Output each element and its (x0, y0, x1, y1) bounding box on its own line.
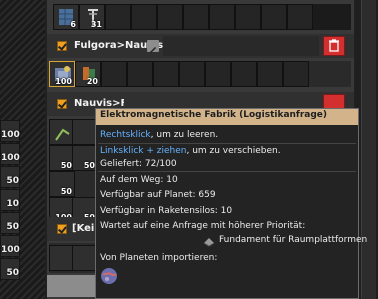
empty-slot[interactable] (257, 61, 283, 87)
tooltip-waiting-item: Fundament für Raumplattformen (219, 235, 368, 245)
empty-slot[interactable] (105, 4, 131, 30)
request-slot-selected[interactable]: 100 (49, 61, 75, 87)
request-slot[interactable]: 20 (75, 61, 101, 87)
tooltip-leftclick-hint: Linksklick + ziehen, um zu verschieben. (100, 146, 281, 156)
left-slot[interactable]: 50 (0, 212, 20, 234)
section-title: [Kein... (72, 223, 96, 234)
left-slot[interactable]: 100 (0, 143, 20, 165)
tooltip-waiting-label: Wartet auf eine Anfrage mit höherer Prio… (100, 221, 306, 231)
empty-slot[interactable] (283, 61, 309, 87)
enable-checkbox[interactable] (57, 99, 67, 109)
tooltip-divider (98, 143, 356, 144)
empty-slot[interactable] (153, 61, 179, 87)
empty-slot[interactable] (235, 4, 261, 30)
request-slot[interactable]: 50 (49, 171, 75, 197)
section1-slots-row: 100 20 (49, 61, 351, 87)
empty-slot[interactable] (261, 4, 287, 30)
request-slots-row: 6 31 (53, 4, 351, 30)
left-slot[interactable]: 50 (0, 258, 20, 280)
tooltip-delivered: Geliefert: 72/100 (100, 159, 177, 169)
left-slot[interactable]: 50 (0, 166, 20, 188)
edit-icon[interactable] (147, 40, 159, 53)
enable-checkbox[interactable] (57, 224, 67, 234)
section2-slots: 50 50 50 (49, 119, 98, 199)
solar-panel-icon (59, 9, 73, 25)
delete-section-button[interactable] (323, 36, 345, 56)
section-header-bar (163, 36, 319, 56)
empty-slot[interactable] (183, 4, 209, 30)
empty-slot[interactable] (127, 61, 153, 87)
tooltip-available-planet: Verfügbar auf Planet: 659 (100, 190, 216, 200)
scrollbar-thumb[interactable] (361, 0, 376, 299)
empty-slot[interactable] (131, 4, 157, 30)
empty-slot[interactable] (179, 61, 205, 87)
tooltip-title: Elektromagnetische Fabrik (Logistikanfra… (100, 110, 328, 120)
empty-slot[interactable] (101, 61, 127, 87)
empty-slot[interactable] (231, 61, 257, 87)
planet-nauvis-icon (101, 268, 117, 284)
tooltip-rightclick-hint: Rechtsklick, um zu leeren. (100, 130, 219, 140)
tooltip-on-the-way: Auf dem Weg: 10 (100, 175, 178, 185)
trash-icon (329, 39, 339, 52)
empty-slot[interactable] (157, 4, 183, 30)
request-slot[interactable]: 6 (53, 4, 79, 30)
enable-checkbox[interactable] (57, 41, 67, 51)
empty-slot[interactable] (287, 4, 313, 30)
left-slot[interactable]: 100 (0, 235, 20, 257)
tooltip-available-silos: Verfügbar in Raketensilos: 10 (100, 206, 233, 216)
left-slot[interactable]: 10 (0, 189, 20, 211)
request-slot[interactable]: 31 (79, 4, 105, 30)
left-slot[interactable]: 100 (0, 120, 20, 142)
empty-slot[interactable] (205, 61, 231, 87)
add-section-button[interactable] (47, 275, 97, 297)
tooltip-import-label: Von Planeten importieren: (100, 253, 218, 263)
space-platform-foundation-icon (203, 238, 215, 247)
section3-slots (49, 243, 98, 273)
empty-slot[interactable] (209, 4, 235, 30)
tooltip-divider (98, 171, 356, 172)
